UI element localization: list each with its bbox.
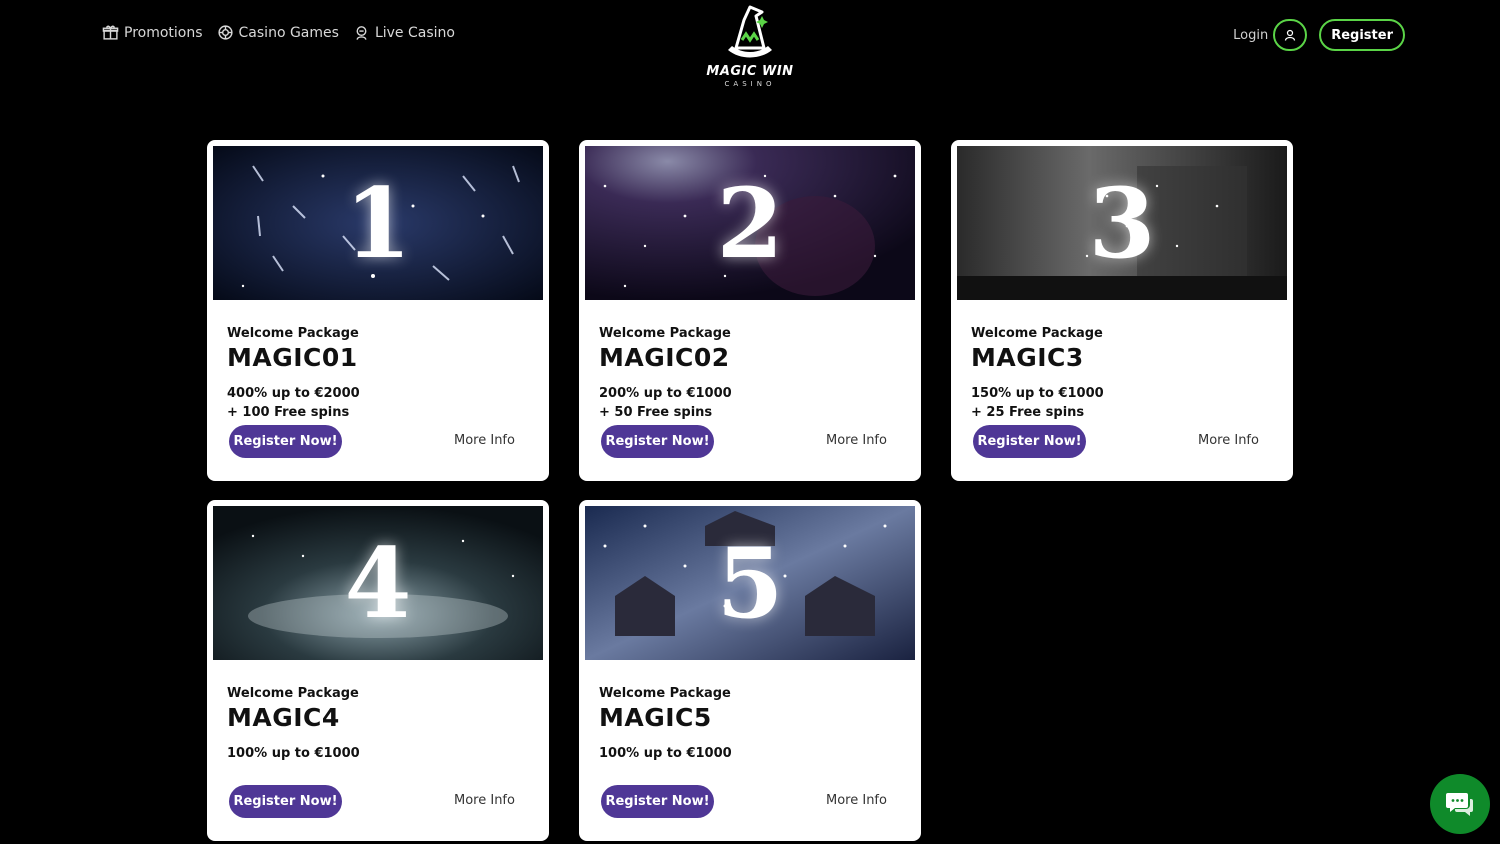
logo-subtext: CASINO: [724, 80, 776, 88]
more-info-link[interactable]: More Info: [826, 793, 887, 808]
promo-code: MAGIC4: [227, 703, 340, 732]
package-label: Welcome Package: [599, 686, 731, 701]
offer-line: 100% up to €1000: [227, 746, 360, 761]
promo-card: 5 Welcome Package MAGIC5 100% up to €100…: [579, 500, 921, 841]
auth-area: Login Register: [1233, 19, 1405, 51]
promo-image: 2: [585, 146, 915, 300]
offer-text: 100% up to €1000: [599, 744, 732, 763]
main-nav: Promotions Casino Games Live Casino: [102, 24, 455, 41]
nav-label: Casino Games: [238, 24, 339, 41]
promo-code: MAGIC3: [971, 343, 1084, 372]
register-now-button[interactable]: Register Now!: [601, 785, 714, 818]
offer-line: 200% up to €1000: [599, 386, 732, 401]
nav-live-casino[interactable]: Live Casino: [353, 24, 455, 41]
promo-image: 1: [213, 146, 543, 300]
login-group: Login: [1233, 19, 1308, 51]
offer-text: 100% up to €1000: [227, 744, 360, 763]
promo-code: MAGIC5: [599, 703, 712, 732]
more-info-link[interactable]: More Info: [1198, 433, 1259, 448]
offer-line: + 25 Free spins: [971, 405, 1085, 420]
offer-line: + 100 Free spins: [227, 405, 350, 420]
promo-card: 1 Welcome Package MAGIC01 400% up to €20…: [207, 140, 549, 481]
card-number: 3: [1088, 166, 1156, 280]
dealer-icon: [356, 26, 367, 40]
chat-icon: [1446, 793, 1473, 816]
package-label: Welcome Package: [227, 326, 359, 341]
login-button[interactable]: [1273, 19, 1308, 51]
promo-code: MAGIC01: [227, 343, 358, 372]
promo-card: 2 Welcome Package MAGIC02 200% up to €10…: [579, 140, 921, 481]
promo-image: 5: [585, 506, 915, 660]
more-info-link[interactable]: More Info: [826, 433, 887, 448]
card-number: 1: [344, 166, 412, 280]
promo-code: MAGIC02: [599, 343, 730, 372]
login-link[interactable]: Login: [1233, 28, 1268, 43]
nav-label: Live Casino: [374, 24, 455, 41]
nav-promotions[interactable]: Promotions: [102, 24, 203, 41]
offer-line: + 50 Free spins: [599, 405, 713, 420]
gift-icon: [102, 25, 119, 40]
user-icon: [1285, 29, 1296, 41]
promo-card: 3 Welcome Package MAGIC3 150% up to €100…: [951, 140, 1293, 481]
register-button[interactable]: Register: [1319, 19, 1405, 51]
card-number: 4: [344, 526, 412, 640]
site-logo[interactable]: MAGIC WIN CASINO: [700, 4, 800, 96]
nav-label: Promotions: [124, 24, 203, 41]
promo-card: 4 Welcome Package MAGIC4 100% up to €100…: [207, 500, 549, 841]
offer-text: 200% up to €1000 + 50 Free spins: [599, 384, 732, 422]
package-label: Welcome Package: [599, 326, 731, 341]
site-header: Promotions Casino Games Live Casino MAGI…: [0, 0, 1500, 100]
package-label: Welcome Package: [227, 686, 359, 701]
package-label: Welcome Package: [971, 326, 1103, 341]
nav-casino-games[interactable]: Casino Games: [217, 24, 339, 41]
more-info-link[interactable]: More Info: [454, 433, 515, 448]
promo-image: 3: [957, 146, 1287, 300]
logo-text: MAGIC WIN: [706, 64, 794, 79]
offer-text: 400% up to €2000 + 100 Free spins: [227, 384, 360, 422]
offer-text: 150% up to €1000 + 25 Free spins: [971, 384, 1104, 422]
register-now-button[interactable]: Register Now!: [973, 425, 1086, 458]
chat-button[interactable]: [1430, 774, 1490, 834]
wizard-hat-icon: [728, 5, 772, 58]
offer-line: 400% up to €2000: [227, 386, 360, 401]
offer-line: 150% up to €1000: [971, 386, 1104, 401]
more-info-link[interactable]: More Info: [454, 793, 515, 808]
card-number: 5: [716, 526, 784, 640]
offer-line: 100% up to €1000: [599, 746, 732, 761]
register-now-button[interactable]: Register Now!: [601, 425, 714, 458]
chip-icon: [217, 25, 233, 40]
register-now-button[interactable]: Register Now!: [229, 425, 342, 458]
register-now-button[interactable]: Register Now!: [229, 785, 342, 818]
card-number: 2: [716, 166, 784, 280]
promo-image: 4: [213, 506, 543, 660]
